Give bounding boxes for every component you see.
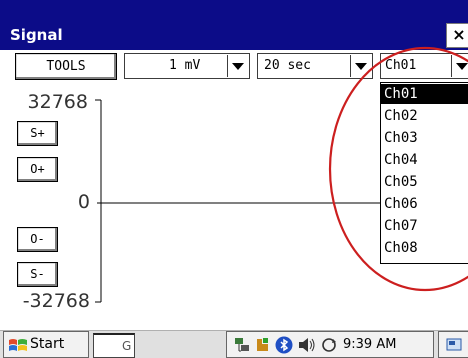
channel-option[interactable]: Ch05 <box>381 172 468 192</box>
offset-up-button[interactable]: O+ <box>17 157 58 182</box>
offset-down-button[interactable]: O- <box>17 227 58 252</box>
sync-icon[interactable] <box>320 336 338 354</box>
channel-option[interactable]: Ch04 <box>381 150 468 170</box>
start-button[interactable]: Start <box>3 331 89 358</box>
start-label: Start <box>30 336 65 352</box>
volume-icon[interactable] <box>296 335 318 355</box>
taskbar-app-label: G <box>122 339 132 353</box>
bluetooth-icon[interactable] <box>275 336 293 354</box>
channel-option[interactable]: Ch03 <box>381 128 468 148</box>
windows-flag-icon <box>9 339 27 351</box>
channel-option[interactable]: Ch01 <box>381 84 468 104</box>
channel-list[interactable]: Ch01 Ch02 Ch03 Ch04 Ch05 Ch06 Ch07 Ch08 <box>380 82 468 264</box>
taskbar-app-button[interactable]: G <box>93 333 135 358</box>
power-icon[interactable] <box>254 336 272 354</box>
channel-option[interactable]: Ch07 <box>381 216 468 236</box>
clock-display[interactable]: 9:39 AM <box>343 337 396 352</box>
desktop-button[interactable] <box>438 331 468 358</box>
network-icon[interactable] <box>233 336 251 354</box>
channel-option[interactable]: Ch02 <box>381 106 468 126</box>
desktop-icon <box>446 338 462 351</box>
scale-down-button[interactable]: S- <box>17 262 58 287</box>
channel-option[interactable]: Ch06 <box>381 194 468 214</box>
channel-option[interactable]: Ch08 <box>381 238 468 258</box>
scale-up-button[interactable]: S+ <box>17 121 58 146</box>
system-tray: 9:39 AM <box>226 331 434 358</box>
